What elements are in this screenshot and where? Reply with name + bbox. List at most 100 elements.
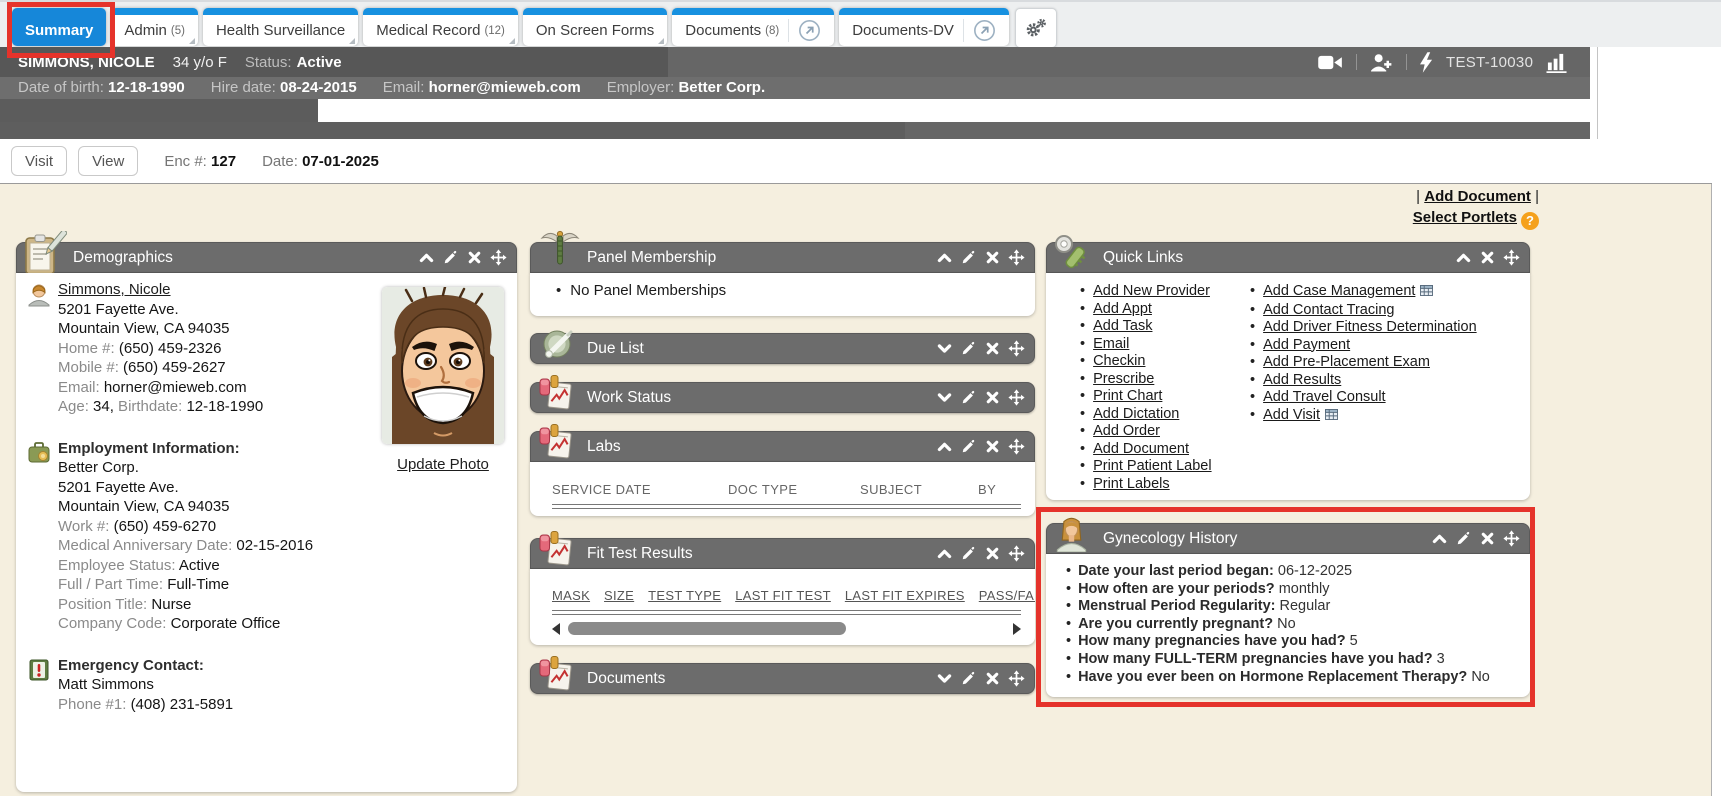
collapse-icon[interactable] xyxy=(1431,530,1448,547)
help-icon[interactable]: ? xyxy=(1521,212,1539,230)
expand-icon[interactable] xyxy=(936,389,953,406)
quick-link-item[interactable]: Add Contact Tracing xyxy=(1250,302,1477,320)
chart-tab[interactable]: Admin (5) xyxy=(111,8,198,46)
collapse-icon[interactable] xyxy=(936,438,953,455)
collapse-icon[interactable] xyxy=(1455,249,1472,266)
quick-link-item[interactable]: Add Payment xyxy=(1250,337,1477,355)
collapse-icon[interactable] xyxy=(936,249,953,266)
demographics-header[interactable]: Demographics xyxy=(16,242,517,273)
quick-link-item[interactable]: Add Results xyxy=(1250,372,1477,390)
patient-name-link[interactable]: Simmons, Nicole xyxy=(58,281,171,298)
scrollbar-thumb[interactable] xyxy=(568,622,846,635)
quick-link-item[interactable]: Add Document xyxy=(1080,441,1212,459)
due-list-header[interactable]: Due List xyxy=(530,333,1035,364)
quick-link-item[interactable]: Add Pre-Placement Exam xyxy=(1250,354,1477,372)
collapse-icon[interactable] xyxy=(418,249,435,266)
view-button[interactable]: View xyxy=(78,146,138,176)
scrollbar-track[interactable] xyxy=(566,622,1007,635)
fit-test-column-header[interactable]: TEST TYPE xyxy=(648,588,721,603)
close-icon[interactable] xyxy=(466,249,483,266)
close-icon[interactable] xyxy=(984,438,1001,455)
lightning-icon[interactable] xyxy=(1420,52,1433,73)
fit-test-column-header[interactable]: PASS/FAIL xyxy=(979,588,1035,603)
add-document-link[interactable]: Add Document xyxy=(1424,188,1531,205)
close-icon[interactable] xyxy=(1479,530,1496,547)
edit-icon[interactable] xyxy=(960,340,977,357)
panel-membership-header[interactable]: Panel Membership xyxy=(530,242,1035,273)
quick-link-item[interactable]: Add Visit xyxy=(1250,407,1477,426)
quick-link-item[interactable]: Add Task xyxy=(1080,318,1212,336)
chart-tab[interactable]: Documents (8) xyxy=(672,8,834,46)
fit-test-column-header[interactable]: SIZE xyxy=(604,588,634,603)
close-icon[interactable] xyxy=(984,670,1001,687)
close-icon[interactable] xyxy=(984,249,1001,266)
open-new-window-icon[interactable] xyxy=(963,19,996,42)
close-icon[interactable] xyxy=(984,340,1001,357)
scroll-right-arrow[interactable] xyxy=(1013,623,1021,635)
quick-link-item[interactable]: Add Travel Consult xyxy=(1250,389,1477,407)
chart-tab[interactable]: Medical Record (12) xyxy=(363,8,518,46)
video-call-icon[interactable] xyxy=(1318,54,1343,71)
edit-icon[interactable] xyxy=(442,249,459,266)
close-icon[interactable] xyxy=(984,389,1001,406)
collapse-icon[interactable] xyxy=(936,545,953,562)
gynecology-history-header[interactable]: Gynecology History xyxy=(1046,523,1530,554)
fit-test-column-header[interactable]: LAST FIT EXPIRES xyxy=(845,588,965,603)
quick-link-item[interactable]: Add Case Management xyxy=(1250,283,1477,302)
chart-tab-bar: Summary Admin (5) Health Surveillance xyxy=(0,0,1721,47)
move-icon[interactable] xyxy=(1503,249,1520,266)
edit-icon[interactable] xyxy=(960,670,977,687)
quick-link-item[interactable]: Print Chart xyxy=(1080,388,1212,406)
chart-tab[interactable]: Summary xyxy=(12,8,106,46)
edit-icon[interactable] xyxy=(960,249,977,266)
move-icon[interactable] xyxy=(1008,545,1025,562)
move-icon[interactable] xyxy=(1008,340,1025,357)
update-photo-link[interactable]: Update Photo xyxy=(397,456,489,473)
quick-link-item[interactable]: Print Labels xyxy=(1080,476,1212,494)
edit-icon[interactable] xyxy=(960,545,977,562)
fit-test-column-header[interactable]: LAST FIT TEST xyxy=(735,588,831,603)
fit-test-column-header[interactable]: MASK xyxy=(552,588,590,603)
quick-link-item[interactable]: Checkin xyxy=(1080,353,1212,371)
patient-id: TEST-10030 xyxy=(1446,54,1533,71)
quick-link-item[interactable]: Add Driver Fitness Determination xyxy=(1250,319,1477,337)
chart-tab[interactable]: Health Surveillance xyxy=(203,8,358,46)
visit-button[interactable]: Visit xyxy=(11,146,67,176)
quick-link-item[interactable]: Prescribe xyxy=(1080,371,1212,389)
move-icon[interactable] xyxy=(1008,389,1025,406)
move-icon[interactable] xyxy=(1008,670,1025,687)
add-user-icon[interactable] xyxy=(1370,53,1393,72)
quick-link-item[interactable]: Add Order xyxy=(1080,423,1212,441)
quick-link-item[interactable]: Add Appt xyxy=(1080,301,1212,319)
move-icon[interactable] xyxy=(490,249,507,266)
close-icon[interactable] xyxy=(984,545,1001,562)
documents-header[interactable]: Documents xyxy=(530,663,1035,694)
tab-settings-button[interactable] xyxy=(1015,8,1057,48)
move-icon[interactable] xyxy=(1503,530,1520,547)
expand-icon[interactable] xyxy=(936,670,953,687)
scroll-left-arrow[interactable] xyxy=(552,623,560,635)
quick-link-item[interactable]: Add New Provider xyxy=(1080,283,1212,301)
move-icon[interactable] xyxy=(1008,438,1025,455)
open-new-window-icon[interactable] xyxy=(788,19,821,42)
quick-link-item[interactable]: Print Patient Label xyxy=(1080,458,1212,476)
edit-icon[interactable] xyxy=(960,438,977,455)
horizontal-scrollbar[interactable] xyxy=(552,622,1021,635)
fit-test-header[interactable]: Fit Test Results xyxy=(530,538,1035,569)
chart-tab[interactable]: On Screen Forms xyxy=(523,8,667,46)
expand-icon[interactable] xyxy=(936,340,953,357)
move-icon[interactable] xyxy=(1008,249,1025,266)
quick-link-item[interactable]: Add Dictation xyxy=(1080,406,1212,424)
quick-link-item[interactable]: Email xyxy=(1080,336,1212,354)
work-status-header[interactable]: Work Status xyxy=(530,382,1035,413)
quick-links-header[interactable]: Quick Links xyxy=(1046,242,1530,273)
patient-photo xyxy=(382,287,504,444)
portlet-due-list: Due List xyxy=(530,333,1035,364)
select-portlets-link[interactable]: Select Portlets xyxy=(1413,209,1517,226)
labs-header[interactable]: Labs xyxy=(530,431,1035,462)
flowsheet-chart-icon[interactable] xyxy=(1546,52,1568,73)
close-icon[interactable] xyxy=(1479,249,1496,266)
edit-icon[interactable] xyxy=(960,389,977,406)
edit-icon[interactable] xyxy=(1455,530,1472,547)
chart-tab[interactable]: Documents-DV xyxy=(839,8,1009,46)
